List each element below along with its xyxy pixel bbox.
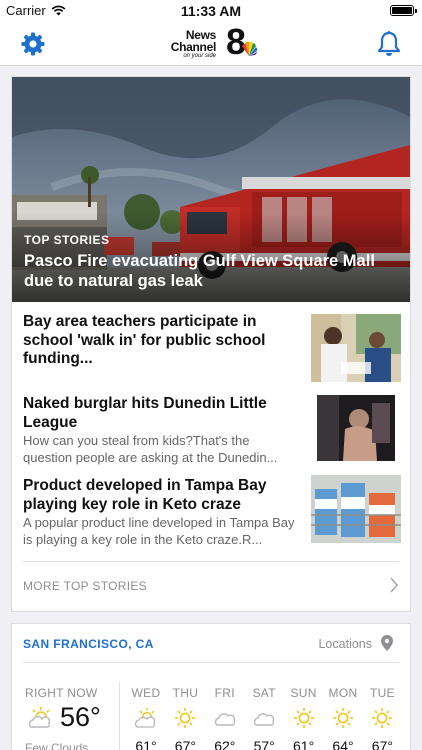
forecast-day-thu[interactable]: THU 67° — [167, 686, 203, 750]
status-time: 11:33 AM — [180, 3, 242, 19]
forecast-day-name: TUE — [369, 686, 395, 700]
forecast-divider — [119, 682, 120, 750]
hero-title[interactable]: Pasco Fire evacuating Gulf View Square M… — [24, 251, 394, 291]
sun-icon — [325, 707, 361, 729]
hero-kicker: TOP STORIES — [24, 233, 110, 247]
nav-bar: News Channel on your side 8 — [0, 22, 422, 66]
logo-channel-text: Channel — [170, 40, 217, 54]
story-title[interactable]: Bay area teachers participate in school … — [23, 313, 298, 369]
forecast-day-temp: 67° — [371, 738, 393, 750]
news-channel-8-logo: News Channel on your side 8 — [168, 24, 258, 62]
locations-link[interactable]: Locations — [318, 637, 372, 651]
forecast-day-temp: 67° — [174, 738, 196, 750]
forecast-day-wed[interactable]: WED 61° — [128, 686, 164, 750]
bell-icon[interactable] — [376, 30, 402, 58]
gear-icon[interactable] — [20, 31, 46, 57]
weather-card: SAN FRANCISCO, CA Locations RIGHT NOW 56… — [11, 623, 411, 750]
right-now-label: RIGHT NOW — [25, 686, 98, 700]
story-thumbnail[interactable] — [317, 395, 395, 461]
forecast-day-temp: 61° — [135, 738, 157, 750]
hero-story[interactable]: TOP STORIES Pasco Fire evacuating Gulf V… — [12, 77, 410, 302]
battery-icon — [390, 5, 417, 16]
story-image — [311, 314, 401, 382]
forecast-day-temp: 64° — [332, 738, 354, 750]
forecast-day-sun[interactable]: SUN 61° — [286, 686, 322, 750]
forecast-day-tue[interactable]: TUE 67° — [364, 686, 400, 750]
current-condition: Few Clouds — [25, 741, 89, 750]
story-summary: A popular product line developed in Tamp… — [23, 515, 295, 547]
sun-icon — [364, 707, 400, 729]
cloud-icon — [207, 707, 243, 729]
forecast-day-temp: 61° — [293, 738, 315, 750]
status-bar: Carrier 11:33 AM — [0, 0, 422, 22]
more-top-stories-label[interactable]: MORE TOP STORIES — [23, 579, 147, 593]
story-thumbnail[interactable] — [311, 475, 401, 543]
story-item[interactable]: Bay area teachers participate in school … — [23, 313, 401, 382]
chevron-right-icon — [390, 577, 399, 593]
forecast-day-fri[interactable]: FRI 62° — [207, 686, 243, 750]
forecast-day-name: SAT — [252, 686, 276, 700]
story-item[interactable]: Naked burglar hits Dunedin Little League… — [23, 395, 401, 466]
forecast-day-name: THU — [172, 686, 199, 700]
story-image — [311, 475, 401, 543]
story-title[interactable]: Product developed in Tampa Bay playing k… — [23, 477, 298, 514]
divider — [23, 561, 399, 562]
forecast-day-temp: 62° — [214, 738, 236, 750]
story-title[interactable]: Naked burglar hits Dunedin Little League — [23, 395, 298, 432]
sun-icon — [286, 707, 322, 729]
more-top-stories-link[interactable]: MORE TOP STORIES — [23, 577, 399, 593]
cloud-icon — [246, 707, 282, 729]
current-temperature: 56° — [60, 702, 101, 732]
partly-sunny-icon — [128, 707, 164, 729]
forecast-day-name: MON — [328, 686, 358, 700]
story-summary: How can you steal from kids?That's the q… — [23, 433, 278, 465]
sun-icon — [167, 707, 203, 729]
forecast-day-name: WED — [131, 686, 161, 700]
peacock-icon — [242, 41, 258, 56]
logo-tagline: on your side — [183, 53, 216, 59]
forecast-day-name: SUN — [290, 686, 317, 700]
weather-city[interactable]: SAN FRANCISCO, CA — [23, 637, 154, 651]
forecast-day-mon[interactable]: MON 64° — [325, 686, 361, 750]
forecast-day-name: FRI — [214, 686, 235, 700]
weather-divider — [23, 662, 399, 663]
story-image — [317, 395, 395, 461]
location-pin-icon[interactable] — [380, 634, 394, 652]
story-thumbnail[interactable] — [311, 314, 401, 382]
forecast-day-temp: 57° — [253, 738, 275, 750]
forecast-day-sat[interactable]: SAT 57° — [246, 686, 282, 750]
story-item[interactable]: Product developed in Tampa Bay playing k… — [23, 475, 401, 548]
top-stories-card: TOP STORIES Pasco Fire evacuating Gulf V… — [11, 76, 411, 612]
partly-sunny-icon — [28, 707, 51, 728]
